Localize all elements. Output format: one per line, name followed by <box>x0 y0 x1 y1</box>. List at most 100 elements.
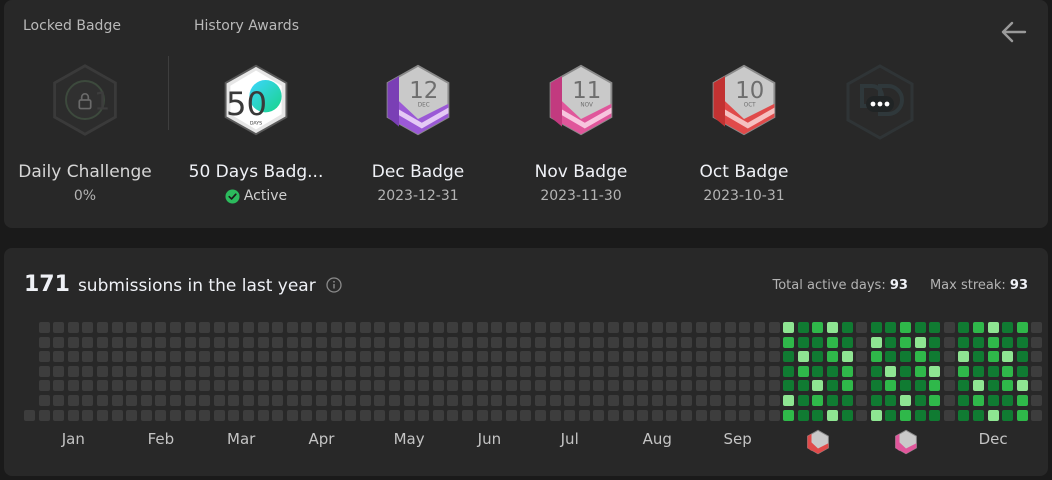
heatmap-cell[interactable] <box>651 380 663 392</box>
heatmap-cell[interactable] <box>418 380 430 392</box>
heatmap-cell[interactable] <box>666 351 678 363</box>
50-days-badge[interactable]: 50 DAYS 50 Days Badg... Active <box>176 60 336 210</box>
heatmap-cell[interactable] <box>432 336 444 348</box>
heatmap-cell[interactable] <box>213 336 225 348</box>
heatmap-cell[interactable] <box>389 351 400 363</box>
heatmap-cell[interactable] <box>739 322 751 333</box>
heatmap-cell[interactable] <box>564 336 576 348</box>
heatmap-cell[interactable] <box>228 365 240 377</box>
heatmap-cell[interactable] <box>1031 409 1043 421</box>
heatmap-cell[interactable] <box>476 409 488 421</box>
heatmap-cell[interactable] <box>827 380 838 392</box>
heatmap-cell[interactable] <box>505 380 517 392</box>
heatmap-cell[interactable] <box>666 395 678 406</box>
heatmap-cell[interactable] <box>67 322 79 333</box>
heatmap-cell[interactable] <box>637 351 649 363</box>
heatmap-cell[interactable] <box>184 351 196 363</box>
heatmap-cell[interactable] <box>140 409 152 421</box>
heatmap-cell[interactable] <box>608 409 619 421</box>
heatmap-cell[interactable] <box>1031 380 1043 392</box>
heatmap-cell[interactable] <box>958 380 970 392</box>
heatmap-cell[interactable] <box>754 336 765 348</box>
heatmap-cell[interactable] <box>140 336 152 348</box>
heatmap-cell[interactable] <box>724 380 736 392</box>
heatmap-cell[interactable] <box>710 322 722 333</box>
heatmap-cell[interactable] <box>1002 351 1014 363</box>
heatmap-cell[interactable] <box>754 351 765 363</box>
heatmap-cell[interactable] <box>885 336 897 348</box>
heatmap-cell[interactable] <box>462 365 473 377</box>
heatmap-cell[interactable] <box>243 336 254 348</box>
heatmap-cell[interactable] <box>316 395 327 406</box>
heatmap-cell[interactable] <box>272 351 284 363</box>
heatmap-cell[interactable] <box>754 380 765 392</box>
heatmap-cell[interactable] <box>1002 336 1014 348</box>
heatmap-cell[interactable] <box>345 322 357 333</box>
heatmap-cell[interactable] <box>67 336 79 348</box>
heatmap-cell[interactable] <box>126 395 138 406</box>
heatmap-cell[interactable] <box>155 395 167 406</box>
heatmap-cell[interactable] <box>272 380 284 392</box>
heatmap-cell[interactable] <box>418 365 430 377</box>
heatmap-cell[interactable] <box>301 380 313 392</box>
heatmap-cell[interactable] <box>170 322 181 333</box>
heatmap-cell[interactable] <box>374 395 386 406</box>
heatmap-cell[interactable] <box>462 409 473 421</box>
heatmap-cell[interactable] <box>111 365 123 377</box>
heatmap-cell[interactable] <box>374 409 386 421</box>
heatmap-cell[interactable] <box>184 395 196 406</box>
heatmap-cell[interactable] <box>374 365 386 377</box>
heatmap-cell[interactable] <box>637 365 649 377</box>
heatmap-cell[interactable] <box>943 395 955 406</box>
heatmap-cell[interactable] <box>914 336 926 348</box>
heatmap-cell[interactable] <box>1031 336 1043 348</box>
daily-challenge-badge[interactable]: 1 Daily Challenge 0% <box>5 60 165 210</box>
heatmap-cell[interactable] <box>199 322 211 333</box>
heatmap-cell[interactable] <box>783 380 795 392</box>
heatmap-cell[interactable] <box>170 336 181 348</box>
heatmap-cell[interactable] <box>462 336 473 348</box>
heatmap-cell[interactable] <box>97 380 108 392</box>
heatmap-cell[interactable] <box>111 395 123 406</box>
heatmap-cell[interactable] <box>973 336 984 348</box>
heatmap-cell[interactable] <box>53 380 65 392</box>
heatmap-cell[interactable] <box>870 336 882 348</box>
heatmap-cell[interactable] <box>885 395 897 406</box>
heatmap-cell[interactable] <box>389 365 400 377</box>
heatmap-cell[interactable] <box>870 409 882 421</box>
heatmap-cell[interactable] <box>432 365 444 377</box>
heatmap-cell[interactable] <box>403 409 415 421</box>
heatmap-cell[interactable] <box>24 409 35 421</box>
heatmap-cell[interactable] <box>301 395 313 406</box>
heatmap-cell[interactable] <box>754 365 765 377</box>
heatmap-cell[interactable] <box>389 336 400 348</box>
heatmap-cell[interactable] <box>82 351 94 363</box>
heatmap-cell[interactable] <box>768 395 780 406</box>
heatmap-cell[interactable] <box>593 395 605 406</box>
heatmap-cell[interactable] <box>462 380 473 392</box>
heatmap-cell[interactable] <box>754 395 765 406</box>
heatmap-cell[interactable] <box>140 365 152 377</box>
heatmap-cell[interactable] <box>1016 409 1028 421</box>
heatmap-cell[interactable] <box>564 409 576 421</box>
heatmap-cell[interactable] <box>666 409 678 421</box>
heatmap-cell[interactable] <box>155 351 167 363</box>
heatmap-cell[interactable] <box>389 380 400 392</box>
heatmap-cell[interactable] <box>637 409 649 421</box>
heatmap-cell[interactable] <box>622 365 634 377</box>
heatmap-cell[interactable] <box>491 395 503 406</box>
heatmap-cell[interactable] <box>330 380 342 392</box>
heatmap-cell[interactable] <box>301 351 313 363</box>
heatmap-cell[interactable] <box>695 409 707 421</box>
heatmap-cell[interactable] <box>286 365 298 377</box>
heatmap-cell[interactable] <box>724 395 736 406</box>
heatmap-cell[interactable] <box>1031 365 1043 377</box>
heatmap-cell[interactable] <box>929 365 941 377</box>
heatmap-cell[interactable] <box>827 322 838 333</box>
heatmap-cell[interactable] <box>447 380 459 392</box>
heatmap-cell[interactable] <box>943 409 955 421</box>
heatmap-cell[interactable] <box>578 409 590 421</box>
heatmap-cell[interactable] <box>213 322 225 333</box>
heatmap-cell[interactable] <box>301 322 313 333</box>
heatmap-cell[interactable] <box>724 322 736 333</box>
